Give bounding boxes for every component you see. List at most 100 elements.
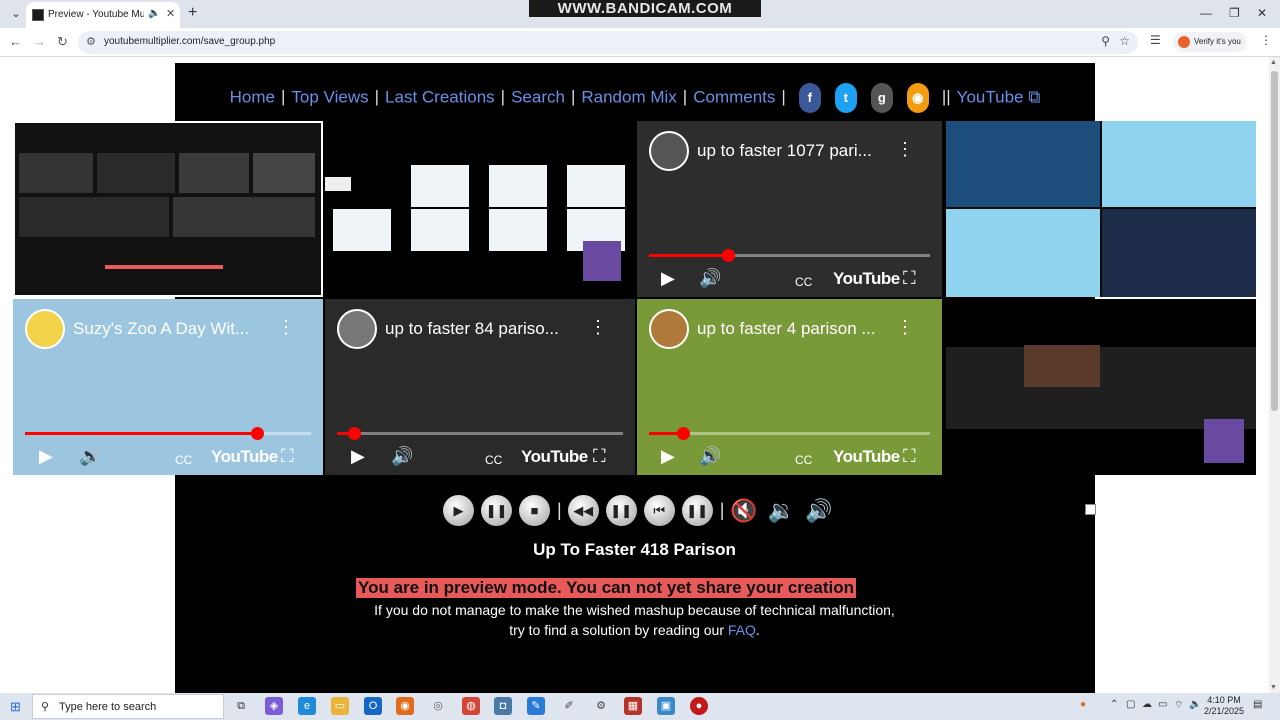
- nav-last-creations[interactable]: Last Creations: [385, 87, 495, 106]
- notification-badge-icon[interactable]: ●: [1080, 699, 1086, 710]
- nav-search[interactable]: Search: [511, 87, 565, 106]
- url-text[interactable]: youtubemultiplier.com/save_group.php: [104, 36, 275, 47]
- pause-all-button[interactable]: ❚❚: [481, 495, 512, 526]
- more-options-icon[interactable]: ⋮: [896, 139, 914, 160]
- skip-back-button[interactable]: ⏮: [643, 495, 675, 526]
- verify-button[interactable]: Verify it's you: [1173, 32, 1247, 52]
- video-tile[interactable]: up to faster 1077 pari... ⋮ ▶ 🔊 CC YouTu…: [637, 121, 942, 297]
- play-icon[interactable]: ▶: [351, 446, 365, 467]
- volume-icon[interactable]: 🔊: [79, 446, 101, 467]
- captions-icon[interactable]: CC: [795, 453, 812, 467]
- game-icon[interactable]: ▦: [624, 697, 642, 715]
- video-progress-bar[interactable]: [25, 427, 311, 440]
- notifications-icon[interactable]: ▤: [1253, 699, 1262, 710]
- omnibox[interactable]: ⚙ youtubemultiplier.com/save_group.php ⚲…: [78, 31, 1138, 54]
- play-icon[interactable]: ▶: [39, 446, 53, 467]
- youtube-logo[interactable]: YouTube: [833, 447, 900, 467]
- nav-comments[interactable]: Comments: [693, 87, 775, 106]
- browser-tab[interactable]: Preview - Youtube Multiplier 🔈 ✕: [26, 2, 180, 28]
- video-tile[interactable]: Suzy's Zoo A Day Wit... ⋮ ▶ 🔊 CC YouTube…: [13, 299, 323, 475]
- bookmark-star-icon[interactable]: ☆: [1119, 34, 1130, 48]
- more-options-icon[interactable]: ⋮: [589, 317, 607, 338]
- google-icon[interactable]: g: [870, 83, 893, 113]
- low-quality-checkbox[interactable]: Check for low quality: [1085, 500, 1231, 516]
- maximize-icon[interactable]: ❐: [1229, 6, 1240, 20]
- more-options-icon[interactable]: ⋮: [896, 317, 914, 338]
- reload-icon[interactable]: ↻: [57, 34, 68, 50]
- video-tile[interactable]: up to faster 84 pariso... ⋮ ▶ 🔊 CC YouTu…: [325, 299, 635, 475]
- rss-icon[interactable]: ◉: [906, 83, 929, 113]
- facebook-icon[interactable]: f: [798, 83, 821, 113]
- bandicam-icon[interactable]: ●: [690, 697, 708, 715]
- youtube-logo[interactable]: YouTube: [211, 447, 278, 467]
- battery-icon[interactable]: ▭: [1158, 699, 1167, 710]
- onedrive-icon[interactable]: ☁: [1142, 699, 1152, 710]
- taskbar-clock[interactable]: 4:10 PM 2/21/2025: [1204, 695, 1244, 717]
- volume-icon[interactable]: 🔊: [699, 446, 721, 467]
- paint-icon[interactable]: ✎: [527, 697, 545, 715]
- pause-button[interactable]: ❚❚: [605, 495, 637, 526]
- video-tile[interactable]: [13, 121, 323, 297]
- firefox-icon[interactable]: ◉: [396, 697, 414, 715]
- play-icon[interactable]: ▶: [661, 446, 675, 467]
- nav-random-mix[interactable]: Random Mix: [581, 87, 676, 106]
- fullscreen-icon[interactable]: ⛶: [903, 446, 916, 467]
- mute-icon[interactable]: 🔇: [730, 498, 757, 524]
- nav-home[interactable]: Home: [230, 87, 275, 106]
- youtube-logo[interactable]: YouTube: [521, 447, 588, 467]
- rewind-button[interactable]: ◀◀: [567, 495, 599, 526]
- captions-icon[interactable]: CC: [175, 453, 192, 467]
- taskbar-search[interactable]: ⚲ Type here to search: [32, 694, 224, 719]
- video-tile[interactable]: up to faster 4 parison ... ⋮ ▶ 🔊 CC YouT…: [637, 299, 942, 475]
- scroll-down-icon[interactable]: ▼: [1270, 684, 1277, 691]
- checkbox-box[interactable]: [1085, 503, 1096, 515]
- new-tab-icon[interactable]: +: [188, 4, 197, 22]
- chrome-icon[interactable]: ◍: [462, 697, 480, 715]
- zoom-icon[interactable]: ⚲: [1101, 34, 1110, 48]
- captions-icon[interactable]: CC: [485, 453, 502, 467]
- camera-icon[interactable]: ◘: [494, 697, 512, 715]
- site-info-icon[interactable]: ⚙: [86, 35, 96, 48]
- video-tile[interactable]: [946, 121, 1256, 297]
- youtube-logo[interactable]: YouTube: [833, 269, 900, 289]
- video-tile[interactable]: [946, 299, 1256, 475]
- edge-icon[interactable]: e: [298, 697, 316, 715]
- faq-link[interactable]: FAQ: [728, 622, 756, 638]
- volume-icon[interactable]: 🔊: [391, 446, 413, 467]
- back-icon[interactable]: ←: [9, 34, 22, 49]
- reading-list-icon[interactable]: ☰: [1150, 33, 1161, 47]
- progress-knob[interactable]: [250, 427, 264, 440]
- pen-icon[interactable]: ✐: [560, 697, 578, 715]
- task-view-icon[interactable]: ⧉: [232, 697, 250, 715]
- stop-all-button[interactable]: ■: [519, 495, 550, 526]
- video-tile[interactable]: [325, 121, 635, 297]
- progress-knob[interactable]: [721, 249, 735, 262]
- volume-up-icon[interactable]: 🔊: [805, 498, 832, 524]
- video-progress-bar[interactable]: [337, 427, 623, 440]
- outlook-icon[interactable]: O: [364, 697, 382, 715]
- page-scrollbar[interactable]: ▲ ▼: [1269, 57, 1280, 693]
- file-explorer-icon[interactable]: ▭: [331, 697, 349, 715]
- fullscreen-icon[interactable]: ⛶: [593, 446, 606, 467]
- forward-icon[interactable]: →: [33, 34, 46, 49]
- play-all-button[interactable]: ▶: [443, 495, 474, 526]
- remote-desktop-icon[interactable]: ▣: [657, 697, 675, 715]
- pause-alt-button[interactable]: ❚❚: [681, 495, 713, 526]
- progress-knob[interactable]: [348, 427, 362, 440]
- captions-icon[interactable]: CC: [795, 275, 812, 289]
- progress-knob[interactable]: [676, 427, 690, 440]
- volume-reset-icon[interactable]: 🔉: [768, 498, 795, 524]
- fullscreen-icon[interactable]: ⛶: [281, 446, 294, 467]
- more-options-icon[interactable]: ⋮: [277, 317, 295, 338]
- video-progress-bar[interactable]: [649, 249, 930, 262]
- fullscreen-icon[interactable]: ⛶: [903, 268, 916, 289]
- tray-app-icon[interactable]: ▢: [1126, 699, 1135, 710]
- app-icon[interactable]: ◎: [429, 697, 447, 715]
- volume-icon[interactable]: 🔊: [699, 268, 721, 289]
- windows-start-icon[interactable]: ⊞: [10, 699, 21, 715]
- video-progress-bar[interactable]: [649, 427, 930, 440]
- scroll-thumb[interactable]: [1271, 71, 1278, 411]
- nav-youtube[interactable]: YouTube ⧉: [957, 87, 1041, 106]
- close-window-icon[interactable]: ✕: [1257, 6, 1267, 20]
- tray-chevron-icon[interactable]: ⌃: [1110, 699, 1118, 710]
